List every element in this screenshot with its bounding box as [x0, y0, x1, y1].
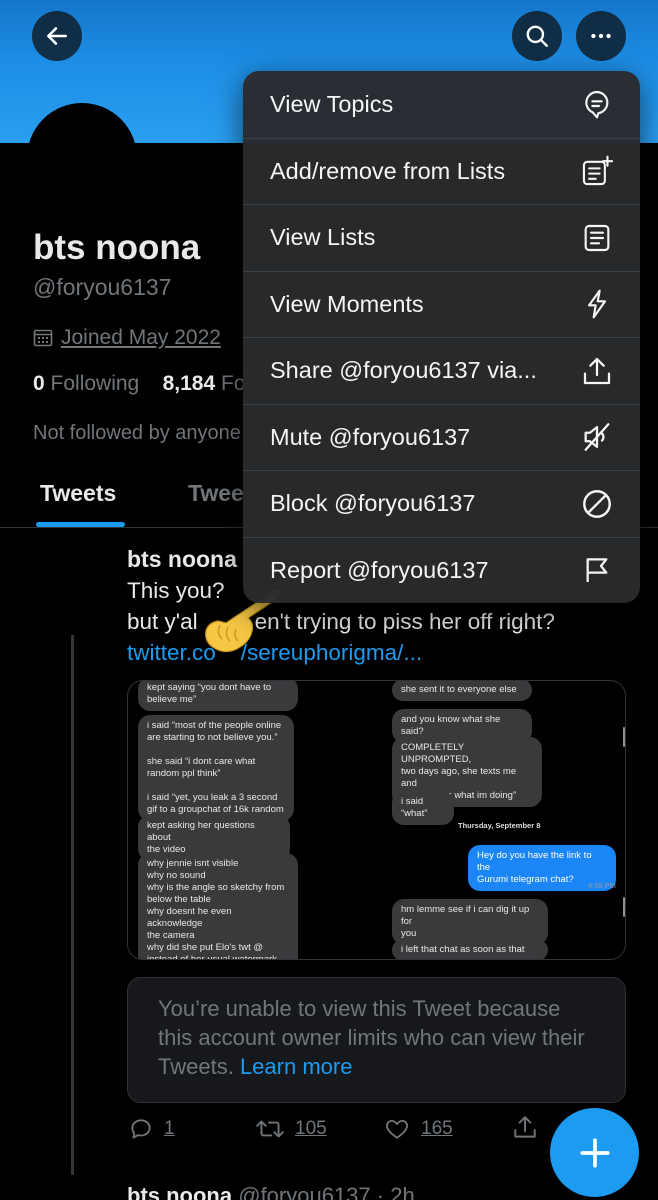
next-tweet-meta: @foryou6137 · 2h	[238, 1183, 415, 1200]
profile-avatar[interactable]	[27, 103, 137, 213]
next-tweet-author[interactable]: bts noona	[127, 1183, 232, 1200]
lists-icon	[579, 220, 615, 256]
flag-icon	[579, 552, 615, 588]
reply-count: 1	[164, 1118, 175, 1139]
mute-icon	[579, 419, 615, 455]
menu-item-label: Report @foryou6137	[270, 556, 489, 583]
chat-scroll-indicator	[623, 727, 625, 747]
chat-screenshot-left: kept saying “you dont have to believe me…	[128, 681, 377, 959]
chat-bubble: kept saying “you dont have to believe me…	[138, 681, 298, 711]
menu-item-view-topics[interactable]: View Topics	[243, 71, 640, 138]
tab-tweets[interactable]: Tweets	[40, 480, 116, 507]
unavailable-message: You’re unable to view this Tweet because…	[158, 996, 585, 1079]
retweet-count: 105	[295, 1118, 327, 1139]
topics-icon	[579, 86, 615, 122]
chat-date: Thursday, September 8	[458, 821, 541, 830]
not-followed-text: Not followed by anyone	[33, 422, 241, 444]
menu-item-add-remove-lists[interactable]: Add/remove from Lists	[243, 137, 640, 205]
menu-item-view-lists[interactable]: View Lists	[243, 204, 640, 271]
follow-stats: 0 Following 8,184 Fol	[33, 372, 250, 396]
back-button[interactable]	[32, 11, 82, 61]
retweet-action[interactable]: 105	[255, 1116, 327, 1142]
more-dots-icon	[591, 33, 611, 39]
tweet-text-line2-start: but y'al	[127, 609, 198, 634]
tweet-avatar[interactable]	[36, 545, 108, 617]
like-action[interactable]: 165	[383, 1116, 453, 1142]
menu-item-view-moments[interactable]: View Moments	[243, 270, 640, 338]
lightning-icon	[579, 286, 615, 322]
back-arrow-icon	[47, 27, 67, 45]
following-count[interactable]: 0	[33, 372, 45, 395]
list-add-icon	[579, 153, 615, 189]
chat-bubble: i said “most of the people online are st…	[138, 715, 294, 821]
retweet-icon	[256, 1120, 284, 1138]
chat-bubble: why jennie isnt visible why no sound why…	[138, 853, 298, 959]
followers-count[interactable]: 8,184	[163, 372, 216, 395]
chat-scroll-indicator	[623, 897, 625, 917]
chat-screenshot-right: she sent it to everyone else and you kno…	[378, 681, 625, 959]
menu-item-label: Block @foryou6137	[270, 490, 476, 517]
reply-icon	[131, 1119, 151, 1139]
reply-action[interactable]: 1	[128, 1116, 175, 1142]
like-count: 165	[421, 1118, 453, 1139]
following-label[interactable]: Following	[51, 372, 140, 395]
menu-item-mute[interactable]: Mute @foryou6137	[243, 403, 640, 471]
more-options-button[interactable]	[576, 11, 626, 61]
calendar-icon	[33, 329, 53, 347]
tab-tweets-replies[interactable]: Twee	[188, 480, 244, 507]
menu-item-label: Add/remove from Lists	[270, 157, 506, 184]
unavailable-tweet-card[interactable]: You’re unable to view this Tweet because…	[127, 977, 626, 1103]
next-tweet-header[interactable]: bts noona @foryou6137 · 2h	[127, 1183, 415, 1200]
profile-options-menu: View Topics Add/remove from Lists View L…	[243, 71, 640, 603]
search-icon	[526, 25, 548, 47]
menu-item-block[interactable]: Block @foryou6137	[243, 470, 640, 537]
profile-name: bts noona	[33, 228, 201, 267]
menu-item-label: View Lists	[270, 224, 376, 251]
menu-item-label: Mute @foryou6137	[270, 423, 471, 450]
share-icon	[579, 353, 615, 389]
menu-item-report[interactable]: Report @foryou6137	[243, 536, 640, 604]
thread-line	[71, 635, 74, 1175]
chat-time: 4:58 PM	[588, 881, 616, 890]
tweet-media-image[interactable]: kept saying “you dont have to believe me…	[127, 680, 626, 960]
learn-more-link[interactable]: Learn more	[240, 1054, 353, 1079]
compose-tweet-button[interactable]	[550, 1108, 639, 1197]
block-icon	[579, 486, 615, 522]
joined-label: Joined May 2022	[61, 326, 221, 349]
joined-date: Joined May 2022	[33, 326, 221, 350]
heart-icon	[386, 1119, 408, 1139]
plus-icon	[579, 1137, 610, 1168]
menu-item-share-via[interactable]: Share @foryou6137 via...	[243, 337, 640, 404]
profile-handle: @foryou6137	[33, 274, 172, 300]
menu-item-label: View Topics	[270, 90, 394, 117]
share-action[interactable]	[512, 1114, 538, 1142]
tweet-text-line2-end: en't trying to piss her off right?	[254, 609, 555, 634]
chat-bubble: i said “what”	[392, 791, 454, 825]
tweet-text-line2: but y'al en't trying to piss her off righ…	[127, 609, 555, 635]
menu-item-label: Share @foryou6137 via...	[270, 357, 537, 384]
tweet-author[interactable]: bts noona	[127, 546, 237, 573]
chat-bubble: she sent it to everyone else	[392, 681, 532, 701]
share-icon	[514, 1116, 536, 1138]
chat-bubble: i left that chat as soon as that	[392, 939, 548, 959]
search-button[interactable]	[512, 11, 562, 61]
menu-item-label: View Moments	[270, 290, 424, 317]
